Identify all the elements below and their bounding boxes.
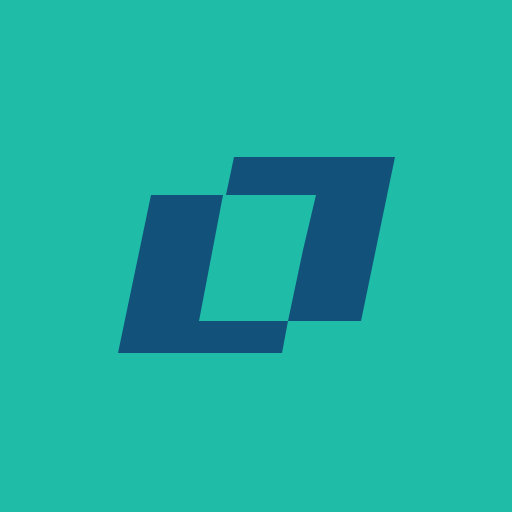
background-fill <box>0 0 512 512</box>
logo-icon <box>0 0 512 512</box>
app-icon-canvas <box>0 0 512 512</box>
